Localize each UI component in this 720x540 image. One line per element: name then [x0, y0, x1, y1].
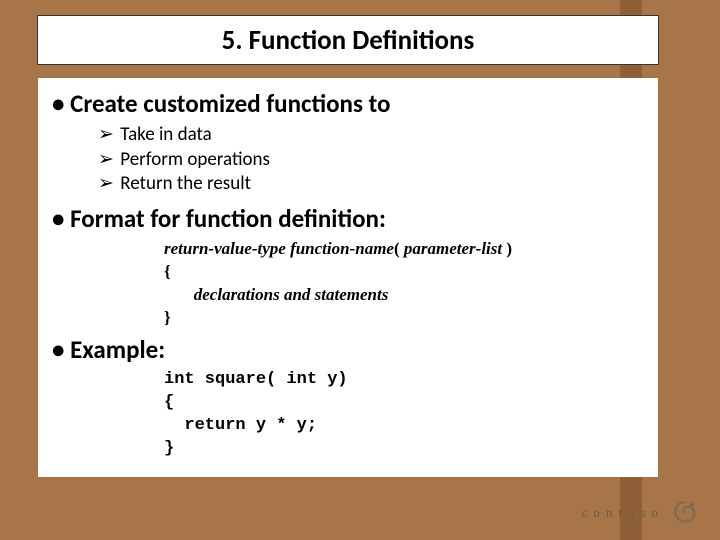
arrow-icon: ➢ — [98, 172, 116, 197]
bullet-create: • Create customized functions to — [52, 88, 644, 119]
swirl-icon — [670, 498, 700, 528]
brand-text: contoso — [582, 505, 664, 521]
format-line1-b: ( — [394, 239, 404, 258]
brand-logo: contoso — [582, 498, 700, 528]
arrow-icon: ➢ — [98, 123, 116, 148]
format-line2: { — [164, 261, 644, 284]
arrow-icon: ➢ — [98, 148, 116, 173]
slide-title: 5. Function Definitions — [222, 24, 475, 57]
format-line1-a: return-value-type function-name — [164, 239, 394, 258]
sub-bullet-2: ➢ Perform operations — [98, 148, 644, 173]
content-panel: • Create customized functions to ➢ Take … — [38, 78, 658, 477]
sub-bullet-3-text: Return the result — [120, 172, 251, 195]
sub-bullet-3: ➢ Return the result — [98, 172, 644, 197]
title-bar: 5. Function Definitions — [38, 16, 658, 64]
format-line1-c: parameter-list — [404, 239, 502, 258]
format-definition: return-value-type function-name( paramet… — [164, 238, 644, 330]
bullet-example: • Example: — [52, 334, 644, 365]
sub-bullet-1-text: Take in data — [120, 123, 211, 146]
sub-bullet-1: ➢ Take in data — [98, 123, 644, 148]
format-line4: } — [164, 307, 644, 330]
format-line3-pre — [164, 285, 194, 304]
example-code: int square( int y) { return y * y; } — [164, 369, 644, 461]
format-line3: declarations and statements — [194, 285, 389, 304]
format-line1-d: ) — [502, 239, 512, 258]
sub-bullet-2-text: Perform operations — [120, 148, 270, 171]
bullet-format: • Format for function definition: — [52, 203, 644, 234]
